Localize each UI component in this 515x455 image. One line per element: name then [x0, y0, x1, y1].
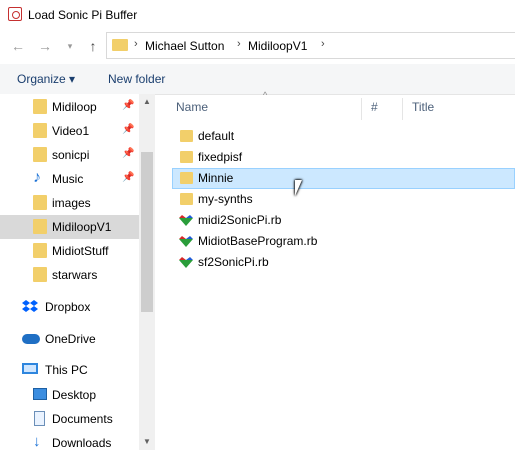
sidebar-item-dropbox[interactable]: Dropbox	[0, 295, 139, 319]
breadcrumb-chevron-icon[interactable]: ›	[321, 38, 325, 50]
dropbox-icon	[22, 300, 38, 312]
scrollbar-thumb[interactable]	[141, 152, 153, 312]
download-arrow-icon: ↓	[33, 433, 41, 450]
sidebar-item-label: Documents	[52, 412, 113, 426]
sidebar-item-music[interactable]: ♪ Music 📌	[0, 167, 139, 191]
breadcrumb-segment[interactable]: MidiloopV1	[248, 39, 307, 53]
folder-icon	[112, 39, 128, 51]
breadcrumb-segment[interactable]: Michael Sutton	[145, 39, 224, 53]
ruby-file-icon	[179, 257, 193, 268]
file-name: my-synths	[198, 192, 253, 206]
desktop-icon	[33, 388, 47, 400]
sidebar-item-label: OneDrive	[45, 332, 96, 346]
folder-icon	[180, 130, 193, 142]
file-name: MidiotBaseProgram.rb	[198, 234, 318, 248]
sidebar-item-video1[interactable]: Video1 📌	[0, 119, 139, 143]
file-row-my-synths[interactable]: my-synths	[172, 189, 515, 210]
pin-icon: 📌	[122, 172, 135, 183]
column-divider[interactable]	[361, 98, 362, 120]
computer-icon	[22, 363, 38, 374]
sidebar-item-label: images	[52, 196, 91, 210]
column-header-title[interactable]: Title	[412, 100, 434, 114]
sidebar-item-documents[interactable]: Documents	[0, 407, 139, 431]
sidebar-item-label: Desktop	[52, 388, 97, 402]
column-header-name[interactable]: Name	[176, 100, 208, 114]
pin-icon: 📌	[122, 148, 135, 159]
window-title: Load Sonic Pi Buffer	[28, 8, 138, 22]
sidebar-item-images[interactable]: images	[0, 191, 139, 215]
sidebar-item-label: Video1	[52, 124, 90, 138]
up-arrow-icon[interactable]: ↑	[85, 38, 101, 54]
file-row-midiotbaseprogram[interactable]: MidiotBaseProgram.rb	[172, 231, 515, 252]
file-name: default	[198, 129, 235, 143]
folder-icon	[33, 147, 47, 162]
file-list: ^ Name # Title default fixedpisf Minnie …	[155, 90, 515, 450]
column-header-number[interactable]: #	[371, 100, 378, 114]
file-row-default[interactable]: default	[172, 126, 515, 147]
sidebar-scrollbar[interactable]: ▲ ▼	[139, 94, 155, 450]
back-arrow-icon[interactable]: ←	[10, 38, 26, 54]
sidebar-item-label: MidiotStuff	[52, 244, 109, 258]
sidebar-item-sonicpi[interactable]: sonicpi 📌	[0, 143, 139, 167]
music-icon: ♪	[33, 169, 41, 186]
sidebar-item-label: starwars	[52, 268, 98, 282]
pin-icon: 📌	[122, 100, 135, 111]
folder-icon	[33, 195, 47, 210]
sidebar-item-label: Midiloop	[52, 100, 97, 114]
folder-icon	[33, 267, 47, 282]
title-bar: Load Sonic Pi Buffer	[0, 0, 515, 30]
scroll-down-icon[interactable]: ▼	[139, 434, 155, 450]
documents-icon	[34, 411, 45, 426]
sidebar-item-downloads[interactable]: ↓ Downloads	[0, 431, 139, 455]
folder-icon	[33, 123, 47, 138]
file-name: Minnie	[198, 171, 234, 185]
sort-ascending-icon: ^	[263, 90, 268, 100]
folder-icon	[180, 151, 193, 163]
sidebar-item-label: Dropbox	[45, 300, 91, 314]
folder-icon	[33, 99, 47, 114]
folder-icon	[180, 172, 193, 184]
sidebar-item-label: Music	[52, 172, 84, 186]
sidebar-item-starwars[interactable]: starwars	[0, 263, 139, 287]
column-divider[interactable]	[402, 98, 403, 120]
sidebar-item-midiotstuff[interactable]: MidiotStuff	[0, 239, 139, 263]
file-name: sf2SonicPi.rb	[198, 255, 269, 269]
navigation-pane: Midiloop 📌 Video1 📌 sonicpi 📌 ♪ Music 📌 …	[0, 94, 155, 450]
forward-arrow-icon[interactable]: →	[37, 38, 53, 54]
sidebar-item-label: Downloads	[52, 436, 112, 450]
navigation-bar: ← → ▾ ↑ › Michael Sutton › MidiloopV1 ›	[0, 30, 515, 64]
file-name: fixedpisf	[198, 150, 243, 164]
sidebar-item-onedrive[interactable]: OneDrive	[0, 327, 139, 351]
sidebar-item-midiloopv1[interactable]: MidiloopV1	[0, 215, 139, 239]
sidebar-item-this-pc[interactable]: This PC	[0, 358, 139, 382]
scroll-up-icon[interactable]: ▲	[139, 94, 155, 110]
file-row-midi2sonicpi[interactable]: midi2SonicPi.rb	[172, 210, 515, 231]
ruby-file-icon	[179, 215, 193, 226]
breadcrumb-chevron-icon[interactable]: ›	[134, 38, 138, 50]
recent-locations-chevron-icon[interactable]: ▾	[62, 38, 78, 54]
file-row-sf2sonicpi[interactable]: sf2SonicPi.rb	[172, 252, 515, 273]
sidebar-item-label: sonicpi	[52, 148, 90, 162]
folder-icon	[33, 219, 47, 234]
file-row-fixedpisf[interactable]: fixedpisf	[172, 147, 515, 168]
folder-icon	[180, 193, 193, 205]
sonic-pi-app-icon	[8, 7, 22, 21]
pin-icon: 📌	[122, 124, 135, 135]
new-folder-button[interactable]: New folder	[108, 72, 165, 86]
folder-icon	[33, 243, 47, 258]
onedrive-cloud-icon	[22, 334, 40, 344]
sidebar-item-label: This PC	[45, 363, 88, 377]
file-row-minnie[interactable]: Minnie	[172, 168, 515, 189]
organize-button[interactable]: Organize ▾	[17, 72, 75, 86]
sidebar-item-desktop[interactable]: Desktop	[0, 383, 139, 407]
sidebar-item-label: MidiloopV1	[52, 220, 112, 234]
file-name: midi2SonicPi.rb	[198, 213, 282, 227]
ruby-file-icon	[179, 236, 193, 247]
mouse-pointer-icon	[295, 180, 309, 196]
command-bar: Organize ▾ New folder	[0, 64, 515, 95]
breadcrumb-chevron-icon[interactable]: ›	[237, 38, 241, 50]
address-bar[interactable]: › Michael Sutton › MidiloopV1 ›	[106, 32, 515, 59]
sidebar-item-midiloop[interactable]: Midiloop 📌	[0, 95, 139, 119]
